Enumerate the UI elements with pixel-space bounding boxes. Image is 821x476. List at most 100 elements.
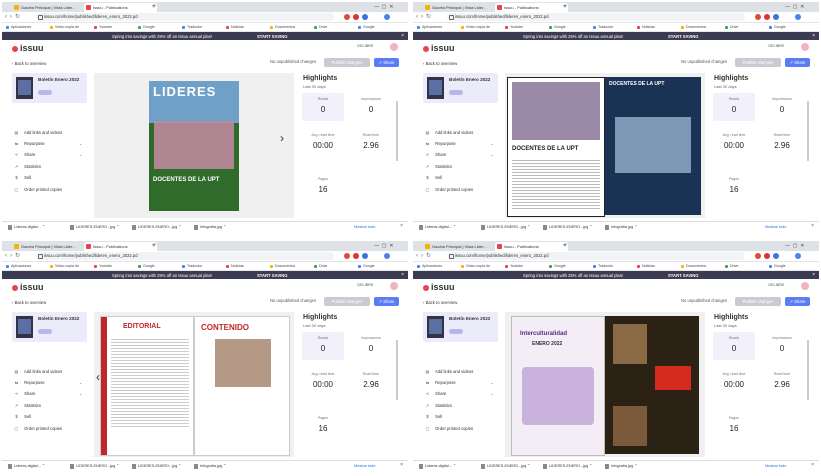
publish-changes-button[interactable]: Publish changes [324, 297, 370, 306]
extension-icon[interactable] [764, 253, 770, 259]
close-downloads-icon[interactable]: × [811, 223, 814, 229]
extension-icon[interactable] [764, 14, 770, 20]
profile-avatar-icon[interactable] [384, 253, 390, 259]
window-controls-icon[interactable]: — ▢ ✕ [785, 241, 804, 251]
bookmark-item[interactable]: Vídeo copia de [461, 23, 490, 31]
publish-changes-button[interactable]: Publish changes [324, 58, 370, 67]
show-all-downloads-link[interactable]: Mostrar todo [765, 463, 786, 470]
new-tab-icon[interactable]: + [563, 241, 567, 251]
bookmark-item[interactable]: Youtube [94, 23, 112, 31]
bookmark-item[interactable]: Documentos [270, 23, 295, 31]
bookmark-item[interactable]: Google [358, 23, 375, 31]
sidebar-menu-item[interactable]: ↗ Statistics [14, 403, 41, 408]
extension-icon[interactable] [755, 14, 761, 20]
scrollbar[interactable] [396, 101, 398, 161]
publication-viewer[interactable]: DOCENTES DE LA UPT DOCENTES DE LA UPT [505, 73, 705, 218]
share-button[interactable]: ↗ Share [785, 297, 810, 306]
url-input[interactable]: issuu.com/home/published/lideres_enero_2… [36, 252, 334, 260]
new-tab-icon[interactable]: + [563, 2, 567, 12]
sidebar-menu-item[interactable]: ⇆ Repurpose ⌄ [425, 380, 494, 385]
bookmark-item[interactable]: Google [358, 262, 375, 270]
browser-tab[interactable]: Gaceta Principal | Vista Lider... × [12, 3, 91, 12]
sidebar-menu-item[interactable]: ≺ Share ⌄ [14, 391, 83, 396]
back-to-overview-link[interactable]: ‹ Back to overview [423, 61, 457, 66]
download-item[interactable]: LIDERES-ENERO...jpg ⌃ [543, 463, 593, 470]
username[interactable]: GELIBRE [768, 283, 784, 287]
bookmark-item[interactable]: Traductor [182, 262, 202, 270]
bookmark-item[interactable]: Noticias [637, 23, 655, 31]
download-item[interactable]: LIDERES-ENERO...jpg ⌃ [132, 224, 182, 231]
download-item[interactable]: LIDERES-ENERO...jpg ⌃ [481, 463, 531, 470]
bookmark-item[interactable]: Documentos [270, 262, 295, 270]
close-downloads-icon[interactable]: × [811, 462, 814, 468]
sidebar-menu-item[interactable]: ≺ Share ⌄ [425, 391, 494, 396]
extension-icon[interactable] [362, 253, 368, 259]
bookmark-item[interactable]: Noticias [226, 262, 244, 270]
window-controls-icon[interactable]: — ▢ ✕ [374, 2, 393, 12]
publication-viewer[interactable]: Interculturalidad ENERO 2022 [505, 312, 705, 457]
download-item[interactable]: LIDERES-ENERO...jpg ⌃ [70, 224, 120, 231]
issuu-logo[interactable]: issuu [423, 43, 455, 53]
bookmark-item[interactable]: Traductor [182, 23, 202, 31]
back-to-overview-link[interactable]: ‹ Back to overview [423, 300, 457, 305]
download-item[interactable]: LIDERES-ENERO...jpg ⌃ [543, 224, 593, 231]
bookmark-item[interactable]: Youtube [505, 262, 523, 270]
download-item[interactable]: Lideres-digital... ⌃ [8, 463, 45, 470]
download-item[interactable]: Lideres-digital... ⌃ [8, 224, 45, 231]
sidebar-menu-item[interactable]: $ Sell [14, 414, 31, 419]
username[interactable]: GELIBRE [768, 44, 784, 48]
url-input[interactable]: issuu.com/home/published/lideres_enero_2… [36, 13, 334, 21]
download-item[interactable]: Lideres-digital... ⌃ [419, 463, 456, 470]
sidebar-menu-item[interactable]: ↗ Statistics [425, 164, 452, 169]
bookmark-item[interactable]: Vídeo copia de [50, 262, 79, 270]
scrollbar[interactable] [807, 340, 809, 400]
bookmark-item[interactable]: Google [769, 262, 786, 270]
bookmark-item[interactable]: Traductor [593, 262, 613, 270]
url-input[interactable]: issuu.com/home/published/lideres_enero_2… [447, 13, 745, 21]
show-all-downloads-link[interactable]: Mostrar todo [354, 224, 375, 231]
download-item[interactable]: LIDERES-ENERO...jpg ⌃ [481, 224, 531, 231]
bookmark-item[interactable]: Aplicaciones [6, 262, 31, 270]
extension-icon[interactable] [362, 14, 368, 20]
browser-tab[interactable]: Gaceta Principal | Vista Lider... × [423, 3, 502, 12]
bookmark-item[interactable]: Youtube [94, 262, 112, 270]
publication-viewer[interactable]: LIDERES DOCENTES DE LA UPT › [94, 73, 294, 218]
window-controls-icon[interactable]: — ▢ ✕ [785, 2, 804, 12]
username[interactable]: GELIBRE [357, 283, 373, 287]
browser-tab-active[interactable]: Issuu - Publications × [495, 3, 568, 12]
extension-icon[interactable] [755, 253, 761, 259]
sidebar-menu-item[interactable]: ▢ Order printed copies [14, 187, 63, 192]
bookmark-item[interactable]: Google [769, 23, 786, 31]
new-tab-icon[interactable]: + [152, 241, 156, 251]
download-item[interactable]: LIDERES-ENERO...jpg ⌃ [70, 463, 120, 470]
issuu-logo[interactable]: issuu [12, 282, 44, 292]
download-item[interactable]: Infografía.jpg ⌃ [605, 224, 637, 231]
issuu-logo[interactable]: issuu [12, 43, 44, 53]
bookmark-item[interactable]: Drive [314, 262, 327, 270]
extension-icon[interactable] [773, 14, 779, 20]
browser-tab-active[interactable]: Issuu - Publications × [495, 242, 568, 251]
username[interactable]: GELIBRE [357, 44, 373, 48]
bookmark-item[interactable]: Traductor [593, 23, 613, 31]
browser-tab[interactable]: Gaceta Principal | Vista Lider... × [12, 242, 91, 251]
extension-icon[interactable] [773, 253, 779, 259]
bookmark-item[interactable]: Youtube [505, 23, 523, 31]
profile-avatar-icon[interactable] [384, 14, 390, 20]
profile-avatar-icon[interactable] [795, 253, 801, 259]
sidebar-menu-item[interactable]: ▢ Order printed copies [425, 187, 474, 192]
scrollbar[interactable] [396, 340, 398, 400]
back-to-overview-link[interactable]: ‹ Back to overview [12, 61, 46, 66]
bookmark-item[interactable]: Documentos [681, 262, 706, 270]
navigation-icons[interactable]: ‹›↻ [5, 13, 23, 20]
url-input[interactable]: issuu.com/home/published/lideres_enero_2… [447, 252, 745, 260]
bookmark-item[interactable]: Drive [314, 23, 327, 31]
sidebar-menu-item[interactable]: $ Sell [425, 414, 442, 419]
share-button[interactable]: ↗ Share [374, 58, 399, 67]
avatar[interactable] [801, 43, 809, 51]
extension-icon[interactable] [353, 14, 359, 20]
bookmark-item[interactable]: Aplicaciones [6, 23, 31, 31]
bookmark-item[interactable]: Vídeo copia de [461, 262, 490, 270]
sidebar-menu-item[interactable]: ▤ Add links and videos [14, 369, 63, 374]
publish-changes-button[interactable]: Publish changes [735, 297, 781, 306]
bookmark-item[interactable]: Noticias [637, 262, 655, 270]
